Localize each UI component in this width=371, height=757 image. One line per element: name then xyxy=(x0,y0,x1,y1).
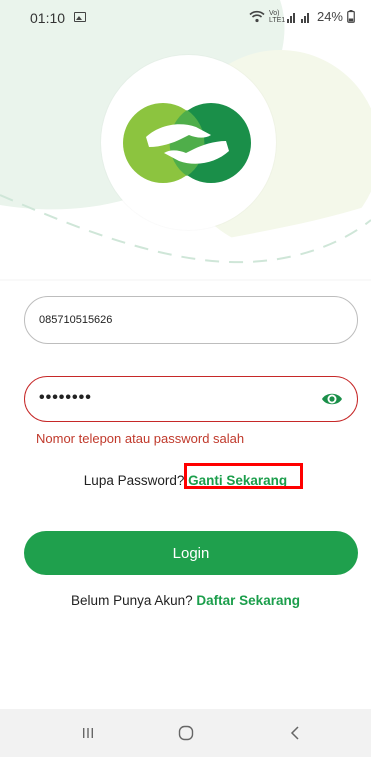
register-prompt: Belum Punya Akun? xyxy=(71,593,193,608)
forgot-password-label: Lupa Password? xyxy=(83,473,185,488)
back-icon xyxy=(290,726,299,740)
home-icon xyxy=(178,725,194,741)
recent-apps-icon xyxy=(83,728,93,738)
status-bar: 01:10 Vo) LTE1 24% xyxy=(0,0,371,34)
wifi-icon xyxy=(249,10,265,23)
password-input[interactable] xyxy=(39,375,299,421)
signal-icon xyxy=(286,12,309,23)
gallery-icon xyxy=(74,12,86,22)
hero-banner xyxy=(0,0,371,290)
home-button[interactable] xyxy=(174,721,198,745)
app-logo-icon xyxy=(123,103,251,183)
status-indicators: Vo) LTE1 24% xyxy=(249,9,355,24)
eye-icon[interactable] xyxy=(321,389,343,409)
reset-password-link[interactable]: Ganti Sekarang xyxy=(188,473,287,488)
battery-percent: 24% xyxy=(316,9,343,24)
forgot-password-row: Lupa Password? Ganti Sekarang xyxy=(0,473,371,488)
system-nav-bar xyxy=(0,709,371,757)
phone-field[interactable] xyxy=(24,296,358,344)
battery-icon xyxy=(347,10,355,23)
login-button[interactable]: Login xyxy=(24,531,358,575)
phone-input[interactable] xyxy=(39,297,339,343)
register-link[interactable]: Daftar Sekarang xyxy=(196,593,300,608)
network-label: Vo) LTE1 xyxy=(268,9,286,24)
back-button[interactable] xyxy=(283,721,307,745)
logo-circle xyxy=(101,55,276,230)
login-error-message: Nomor telepon atau password salah xyxy=(36,431,245,446)
password-field[interactable] xyxy=(24,375,358,422)
status-time: 01:10 xyxy=(30,10,66,26)
recent-apps-button[interactable] xyxy=(76,721,100,745)
register-row: Belum Punya Akun? Daftar Sekarang xyxy=(0,593,371,608)
